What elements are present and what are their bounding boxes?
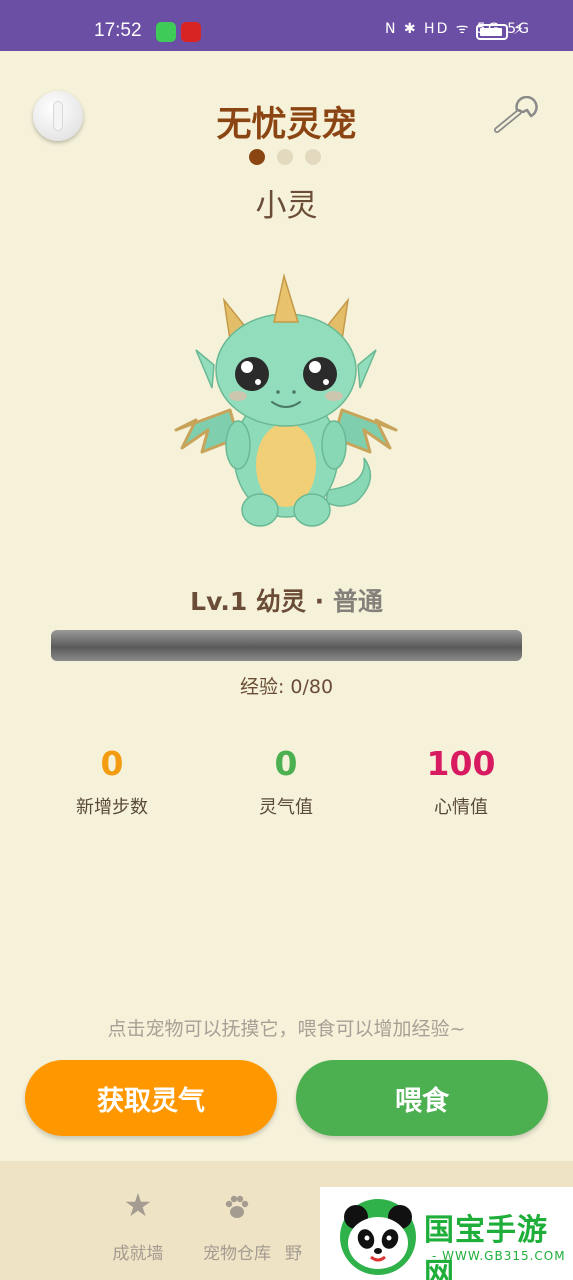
pet-name: 小灵 bbox=[255, 188, 318, 224]
tab-label: 野 bbox=[285, 1244, 302, 1264]
feed-button[interactable]: 喂食 bbox=[296, 1060, 548, 1136]
charging-icon: ⚡ bbox=[513, 19, 525, 38]
wrench-icon[interactable] bbox=[491, 96, 541, 136]
status-indicators: N ✱ HD ᯤ 5G 5G bbox=[384, 21, 531, 37]
app-title: 无忧灵宠 bbox=[216, 105, 357, 145]
exp-progress-bar bbox=[51, 630, 522, 661]
page-dot[interactable] bbox=[249, 149, 265, 165]
rarity-text: 普通 bbox=[332, 587, 383, 616]
messages-app-icon bbox=[156, 22, 176, 42]
tab-wild[interactable]: 野 bbox=[285, 1185, 325, 1264]
page-dot[interactable] bbox=[305, 149, 321, 165]
watermark: 国宝手游网 - WWW.GB315.COM - bbox=[320, 1187, 573, 1280]
tab-achievements[interactable]: ★ 成就墙 bbox=[93, 1185, 183, 1264]
level-text: Lv.1 幼灵 · bbox=[190, 587, 333, 616]
level-label: Lv.1 幼灵 · 普通 bbox=[0, 582, 573, 618]
exp-text: 经验: 0/80 bbox=[239, 676, 334, 698]
panda-logo-icon bbox=[340, 1199, 416, 1275]
tab-label: 成就墙 bbox=[112, 1244, 164, 1264]
stat-label: 新增步数 bbox=[76, 797, 148, 818]
watermark-url: - WWW.GB315.COM - bbox=[432, 1249, 566, 1277]
status-bar: 17:52 N ✱ HD ᯤ 5G 5G ⚡ bbox=[0, 0, 573, 51]
stat-label: 灵气值 bbox=[259, 797, 313, 818]
tab-pet-storage[interactable]: 宠物仓库 bbox=[192, 1185, 282, 1264]
stat-label: 心情值 bbox=[434, 797, 488, 818]
paw-icon bbox=[192, 1185, 282, 1225]
stat-mood: 100 心情值 bbox=[381, 745, 541, 819]
page-dot[interactable] bbox=[277, 149, 293, 165]
battery-icon bbox=[476, 24, 508, 40]
status-time: 17:52 bbox=[94, 20, 142, 41]
stat-value: 0 bbox=[100, 744, 124, 783]
tab-icon bbox=[285, 1185, 325, 1225]
page-indicator bbox=[249, 149, 321, 165]
dragon-pet-image[interactable] bbox=[168, 270, 404, 532]
notification-app-icon bbox=[181, 22, 201, 42]
tab-label: 宠物仓库 bbox=[203, 1244, 271, 1264]
stat-new-steps: 0 新增步数 bbox=[32, 745, 192, 819]
get-spirit-button[interactable]: 获取灵气 bbox=[25, 1060, 277, 1136]
stat-value: 100 bbox=[426, 744, 496, 783]
stat-spirit: 0 灵气值 bbox=[206, 745, 366, 819]
stat-value: 0 bbox=[274, 744, 298, 783]
star-icon: ★ bbox=[123, 1186, 153, 1224]
hint-text: 点击宠物可以抚摸它，喂食可以增加经验~ bbox=[107, 1018, 466, 1040]
